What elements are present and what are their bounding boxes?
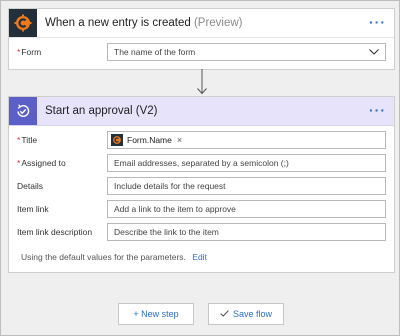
save-flow-label: Save flow: [232, 309, 273, 319]
cognito-forms-icon: [9, 9, 37, 37]
arrow-down-icon: [197, 69, 207, 95]
form-select-value: The name of the form: [114, 47, 196, 57]
item-link-description-field-label: Item link description: [17, 227, 93, 237]
new-step-button[interactable]: + New step: [118, 303, 194, 325]
form-field-row: *Form The name of the form: [17, 43, 386, 61]
title-field-label: *Title: [17, 135, 107, 145]
item-link-input[interactable]: Add a link to the item to approve: [107, 200, 386, 218]
assigned-to-field-row: *Assigned to Email addresses, separated …: [17, 154, 386, 172]
item-link-field-row: Item link Add a link to the item to appr…: [17, 200, 386, 218]
assigned-to-placeholder: Email addresses, separated by a semicolo…: [114, 158, 289, 168]
assigned-to-input[interactable]: Email addresses, separated by a semicolo…: [107, 154, 386, 172]
new-step-label: + New step: [133, 309, 179, 319]
trigger-card-header[interactable]: When a new entry is created (Preview) ··…: [9, 9, 394, 38]
approval-card-header[interactable]: Start an approval (V2) ···: [9, 97, 394, 126]
trigger-title-text: When a new entry is created: [45, 17, 191, 29]
required-marker: *: [17, 47, 21, 57]
item-link-description-input[interactable]: Describe the link to the item: [107, 223, 386, 241]
assigned-to-field-label-text: Assigned to: [21, 158, 66, 168]
form-field-label: *Form: [17, 47, 107, 57]
form-field-label-text: Form: [21, 47, 42, 57]
token-remove-button[interactable]: ×: [177, 135, 182, 145]
approval-title: Start an approval (V2): [45, 105, 158, 117]
item-link-description-field-row: Item link description Describe the link …: [17, 223, 386, 241]
details-input[interactable]: Include details for the request: [107, 177, 386, 195]
required-marker: *: [17, 135, 21, 145]
details-field-label: Details: [17, 181, 43, 191]
assigned-to-field-label: *Assigned to: [17, 158, 107, 168]
trigger-title: When a new entry is created (Preview): [45, 17, 243, 29]
approval-card[interactable]: Start an approval (V2) ··· *Title Form.N…: [8, 96, 395, 273]
title-field-row: *Title Form.Name ×: [17, 131, 386, 149]
item-link-description-placeholder: Describe the link to the item: [114, 227, 219, 237]
trigger-card[interactable]: When a new entry is created (Preview) ··…: [8, 8, 395, 70]
flow-designer-canvas: When a new entry is created (Preview) ··…: [0, 0, 400, 336]
title-field-label-text: Title: [21, 135, 38, 145]
dynamic-content-token[interactable]: Form.Name ×: [111, 134, 182, 146]
required-marker: *: [17, 158, 21, 168]
details-field-row: Details Include details for the request: [17, 177, 386, 195]
chevron-down-icon[interactable]: [369, 47, 379, 57]
token-label: Form.Name: [127, 135, 172, 145]
default-values-note: Using the default values for the paramet…: [21, 252, 207, 262]
approval-icon: [9, 97, 37, 125]
edit-link[interactable]: Edit: [192, 252, 207, 262]
approval-more-options-button[interactable]: ···: [369, 103, 386, 117]
form-select[interactable]: The name of the form: [107, 43, 386, 61]
checkmark-icon: [220, 309, 229, 319]
item-link-placeholder: Add a link to the item to approve: [114, 204, 236, 214]
trigger-more-options-button[interactable]: ···: [369, 15, 386, 29]
save-flow-button[interactable]: Save flow: [208, 303, 284, 325]
title-input[interactable]: Form.Name ×: [107, 131, 386, 149]
details-placeholder: Include details for the request: [114, 181, 226, 191]
trigger-title-suffix: (Preview): [193, 17, 243, 29]
default-values-text: Using the default values for the paramet…: [21, 252, 186, 262]
cognito-forms-icon: [111, 134, 123, 146]
item-link-field-label: Item link: [17, 204, 49, 214]
